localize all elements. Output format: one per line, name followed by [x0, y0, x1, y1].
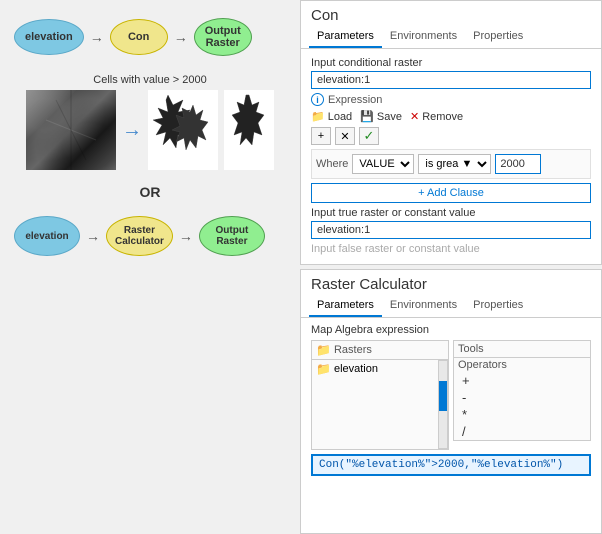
rasters-col: 📁 Rasters 📁 elevation [311, 340, 449, 450]
validate-btn[interactable]: ✓ [359, 127, 379, 145]
or-label: OR [10, 180, 290, 204]
folder-icon-elevation: 📁 [316, 362, 331, 376]
tools-col: Tools Operators + - * / [453, 340, 591, 441]
fractal-shape-main [148, 90, 218, 170]
raster-item-label: elevation [334, 363, 378, 375]
input-conditional-label: Input conditional raster [311, 57, 591, 69]
node-con: Con [110, 19, 168, 55]
con-panel-tabs: Parameters Environments Properties [301, 26, 601, 49]
con-panel: Con Parameters Environments Properties I… [300, 0, 602, 265]
terrain-image [26, 90, 116, 170]
fractal-shape-small [224, 90, 274, 170]
remove-row-btn[interactable]: ✕ [335, 127, 355, 145]
left-panel: elevation → Con → Output Raster Cells wi… [0, 0, 300, 534]
tab-properties-raster[interactable]: Properties [465, 295, 531, 317]
tab-environments-con[interactable]: Environments [382, 26, 465, 48]
raster-panel: Raster Calculator Parameters Environment… [300, 269, 602, 534]
op-multiply[interactable]: * [454, 406, 590, 423]
where-row: Where VALUE is grea ▼ [311, 149, 591, 179]
op-minus[interactable]: - [454, 389, 590, 406]
rasters-scrollbar[interactable] [438, 360, 448, 449]
image-row: → [26, 90, 274, 170]
load-button[interactable]: 📁 Load [311, 110, 352, 123]
save-button[interactable]: 💾 Save [360, 110, 402, 123]
raster-panel-tabs: Parameters Environments Properties [301, 295, 601, 318]
rasters-header: 📁 Rasters [312, 341, 448, 360]
raster-panel-body: Map Algebra expression 📁 Rasters 📁 [301, 318, 601, 482]
true-raster-input[interactable] [311, 221, 591, 239]
node-elevation-2: elevation [14, 216, 80, 256]
info-icon: i [311, 93, 324, 106]
remove-icon: ✕ [410, 110, 419, 123]
tab-properties-con[interactable]: Properties [465, 26, 531, 48]
rasters-scroll-thumb [439, 381, 447, 411]
node-elevation-1: elevation [14, 19, 84, 55]
raster-panel-title: Raster Calculator [301, 270, 601, 295]
arrow-4: → [179, 228, 193, 244]
node-output-raster-2: Output Raster [199, 216, 265, 256]
blue-arrow: → [122, 119, 142, 142]
save-label: Save [377, 111, 402, 123]
tab-environments-raster[interactable]: Environments [382, 295, 465, 317]
con-panel-body: Input conditional raster i Expression 📁 … [301, 49, 601, 263]
where-op-select[interactable]: is grea ▼ [418, 154, 491, 174]
load-icon: 📁 [311, 110, 325, 123]
remove-button[interactable]: ✕ Remove [410, 110, 463, 123]
node-raster-calculator: Raster Calculator [106, 216, 173, 256]
op-plus[interactable]: + [454, 372, 590, 389]
load-label: Load [328, 111, 352, 123]
where-label: Where [316, 158, 348, 170]
add-row-btn[interactable]: + [311, 127, 331, 145]
input-conditional-raster[interactable] [311, 71, 591, 89]
tab-parameters-raster[interactable]: Parameters [309, 295, 382, 317]
save-icon: 💾 [360, 110, 374, 123]
workflow-raster-calc: elevation → Raster Calculator → Output R… [10, 214, 290, 258]
op-divide[interactable]: / [454, 423, 590, 440]
map-algebra-label: Map Algebra expression [311, 324, 591, 336]
where-field-select[interactable]: VALUE [352, 154, 414, 174]
expression-label: Expression [328, 94, 382, 106]
add-clause-button[interactable]: + Add Clause [311, 183, 591, 203]
raster-item-elevation[interactable]: 📁 elevation [312, 360, 438, 378]
arrow-2: → [174, 29, 188, 45]
operators-label: Operators [454, 358, 590, 372]
tools-header: Tools [454, 341, 590, 358]
rasters-label: Rasters [334, 344, 372, 356]
remove-label: Remove [422, 111, 463, 123]
workflow-con: elevation → Con → Output Raster [10, 10, 290, 64]
folder-icon-rasters: 📁 [316, 343, 331, 357]
node-output-raster-1: Output Raster [194, 18, 252, 56]
arrow-1: → [90, 29, 104, 45]
arrow-3: → [86, 228, 100, 244]
where-value-input[interactable] [495, 154, 541, 174]
expr-controls: + ✕ ✓ [311, 127, 591, 145]
cells-label: Cells with value > 2000 [93, 74, 206, 86]
true-raster-label: Input true raster or constant value [311, 207, 591, 219]
right-panel: Con Parameters Environments Properties I… [300, 0, 602, 534]
false-raster-hint: Input false raster or constant value [311, 243, 591, 255]
map-algebra-expression[interactable]: Con("%elevation%">2000,"%elevation%") [311, 454, 591, 476]
expression-toolbar: 📁 Load 💾 Save ✕ Remove [311, 110, 591, 123]
tab-parameters-con[interactable]: Parameters [309, 26, 382, 48]
con-panel-title: Con [301, 1, 601, 26]
expression-section: i Expression [311, 93, 591, 106]
illustration: Cells with value > 2000 → [10, 74, 290, 170]
